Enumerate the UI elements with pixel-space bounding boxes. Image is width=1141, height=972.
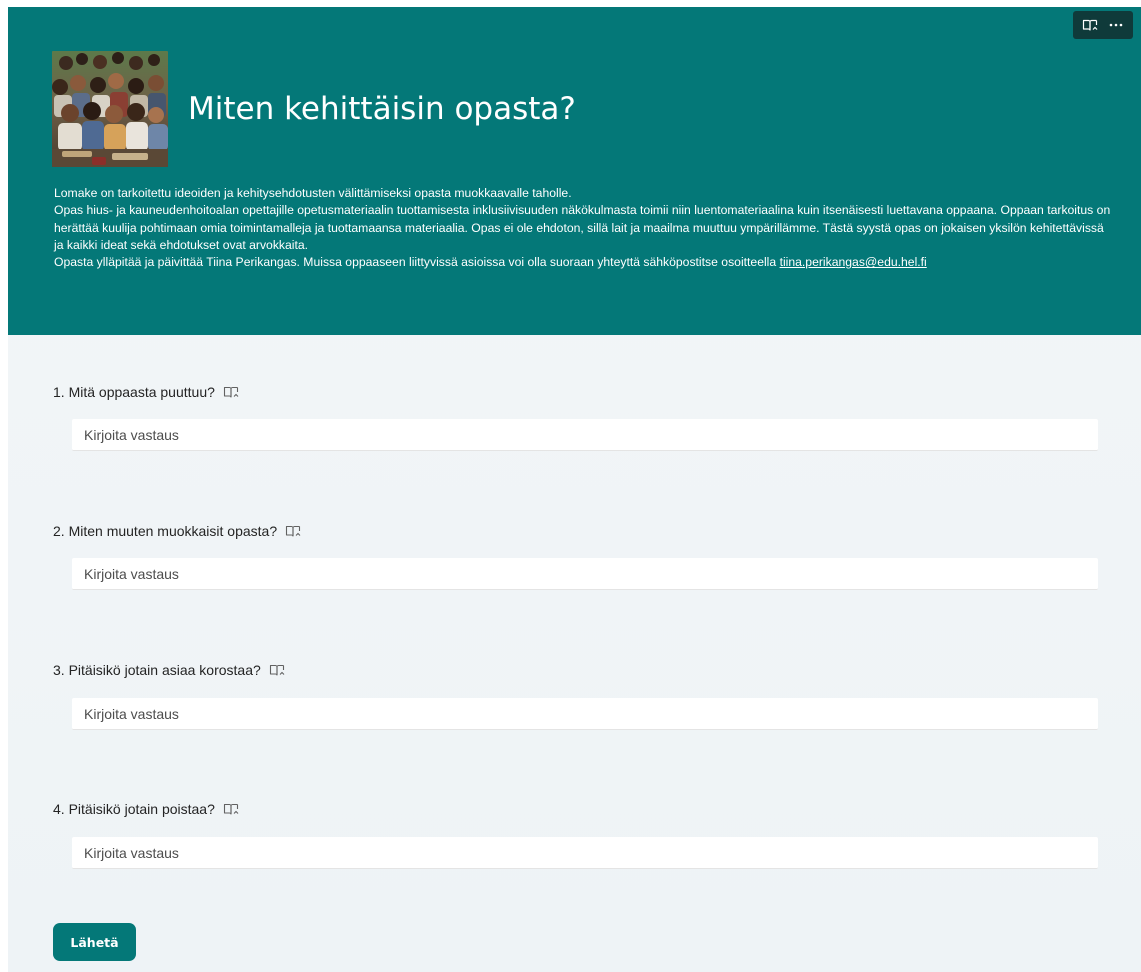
question-1-label: 1. Mitä oppaasta puuttuu? [53, 384, 215, 400]
question-1-immersive-reader[interactable] [223, 385, 239, 399]
immersive-reader-icon [223, 386, 239, 398]
question-3-label: 3. Pitäisikö jotain asiaa korostaa? [53, 662, 261, 678]
question-4: 4. Pitäisikö jotain poistaa? [53, 799, 1098, 869]
immersive-reader-icon [286, 525, 301, 537]
question-2-label: 2. Miten muuten muokkaisit opasta? [53, 523, 278, 539]
question-4-label: 4. Pitäisikö jotain poistaa? [53, 801, 215, 817]
immersive-reader-button[interactable] [1078, 14, 1102, 36]
description-line-1: Lomake on tarkoitettu ideoiden ja kehity… [54, 186, 572, 200]
question-4-title: 4. Pitäisikö jotain poistaa? [53, 799, 1098, 819]
question-2-title: 2. Miten muuten muokkaisit opasta? [53, 521, 1098, 541]
submit-button[interactable]: Lähetä [53, 923, 136, 961]
immersive-reader-icon [223, 803, 239, 815]
more-options-icon [1109, 23, 1123, 27]
form-card: Miten kehittäisin opasta? Lomake on tark… [8, 7, 1141, 972]
form-title: Miten kehittäisin opasta? [188, 91, 576, 127]
description-line-2: Opas hius- ja kauneudenhoitoalan opettaj… [54, 203, 1111, 252]
description-line-3-text: Opasta ylläpitää ja päivittää Tiina Peri… [54, 255, 780, 270]
immersive-reader-icon [269, 664, 285, 676]
question-1: 1. Mitä oppaasta puuttuu? [53, 382, 1098, 451]
question-2-answer-input[interactable] [72, 558, 1098, 590]
question-3: 3. Pitäisikö jotain asiaa korostaa? [53, 660, 1098, 730]
question-1-answer-input[interactable] [72, 419, 1098, 451]
question-3-immersive-reader[interactable] [269, 663, 285, 677]
question-2: 2. Miten muuten muokkaisit opasta? [53, 521, 1098, 590]
form-header: Miten kehittäisin opasta? Lomake on tark… [8, 7, 1141, 335]
question-3-answer-input[interactable] [72, 698, 1098, 730]
immersive-reader-icon [1082, 19, 1098, 31]
more-options-button[interactable] [1104, 14, 1128, 36]
question-1-title: 1. Mitä oppaasta puuttuu? [53, 382, 1098, 402]
description-line-3: Opasta ylläpitää ja päivittää Tiina Peri… [54, 254, 1114, 271]
question-4-immersive-reader[interactable] [223, 802, 239, 816]
question-3-title: 3. Pitäisikö jotain asiaa korostaa? [53, 660, 1098, 680]
form-description: Lomake on tarkoitettu ideoiden ja kehity… [54, 185, 1114, 271]
contact-email-link[interactable]: tiina.perikangas@edu.hel.fi [780, 255, 927, 269]
form-header-image [52, 51, 168, 167]
header-toolbar [1073, 11, 1133, 39]
question-4-answer-input[interactable] [72, 837, 1098, 869]
question-2-immersive-reader[interactable] [285, 524, 301, 538]
